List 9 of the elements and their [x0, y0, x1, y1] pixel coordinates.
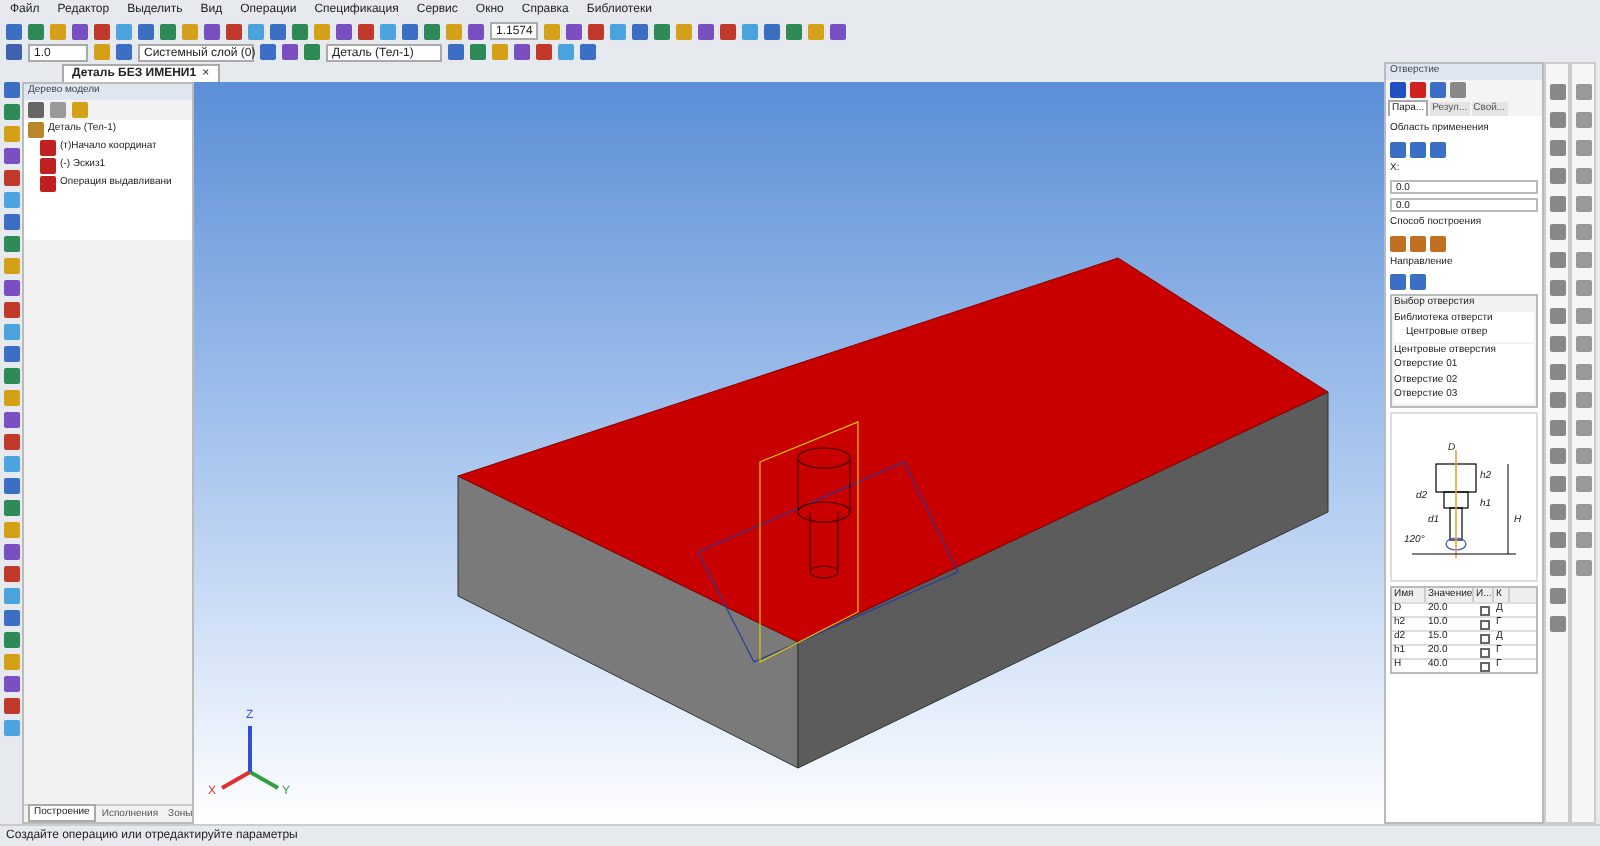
checkbox[interactable]: [1479, 605, 1489, 615]
axis-z-icon: [248, 726, 252, 772]
checkbox[interactable]: [1479, 619, 1489, 629]
checkbox[interactable]: [1479, 633, 1489, 643]
axis-x-icon: [221, 770, 251, 790]
axis-y-icon: [249, 770, 279, 790]
checkbox[interactable]: [1479, 647, 1489, 657]
box-model-drawing[interactable]: [457, 257, 1329, 769]
checkbox[interactable]: [1479, 661, 1489, 671]
